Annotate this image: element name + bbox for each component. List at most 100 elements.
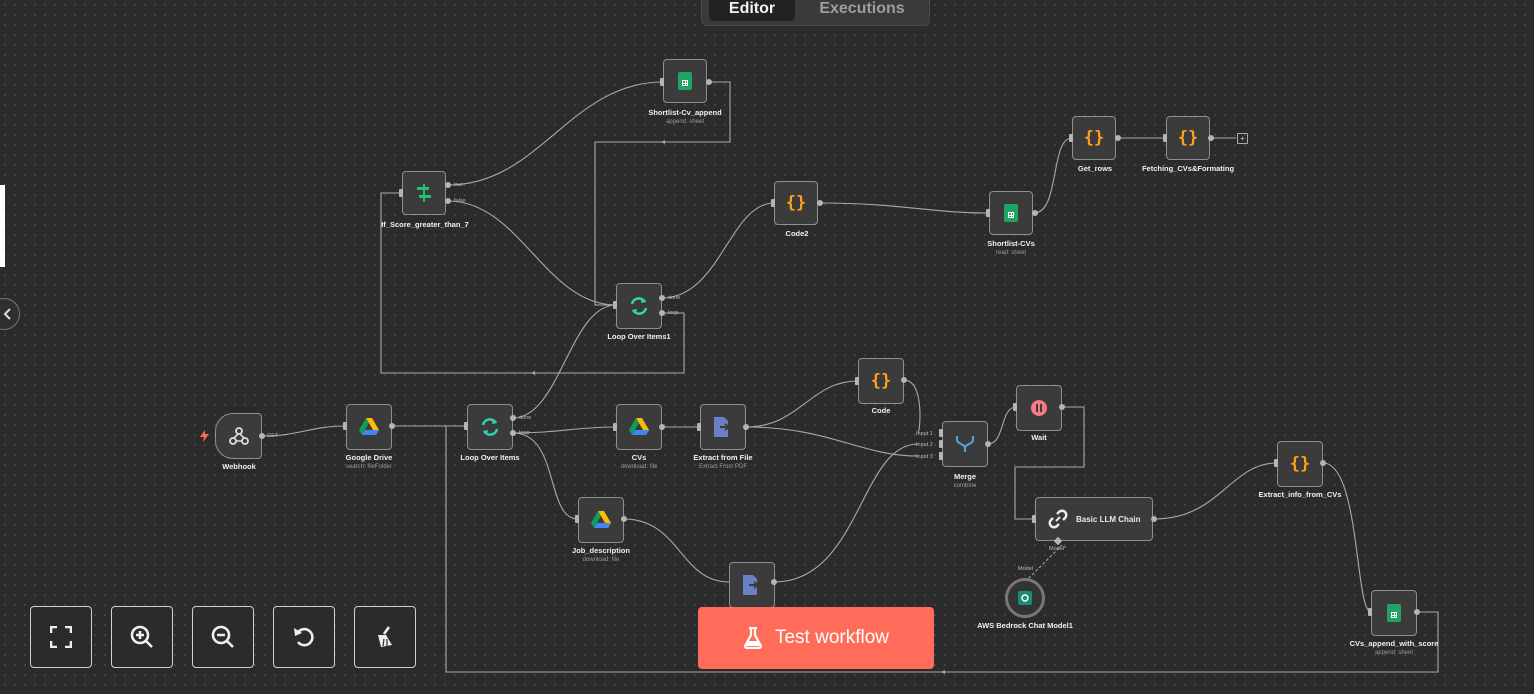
output-port-true[interactable] [445, 182, 451, 188]
zoom-in-icon [130, 625, 153, 648]
zoom-out-icon [211, 625, 234, 648]
broom-icon [378, 626, 392, 647]
node-label: Extract_info_from_CVs [1258, 490, 1342, 499]
port-label-model: Model [1018, 566, 1033, 572]
fullscreen-icon [50, 626, 72, 648]
port-label-done: done [668, 295, 681, 301]
output-port[interactable] [1208, 135, 1214, 141]
port-label-input3: Input 3 [916, 454, 933, 460]
output-port[interactable] [259, 433, 265, 439]
node-loop-over-items[interactable] [467, 404, 513, 450]
output-port[interactable] [706, 79, 712, 85]
node-basic-llm-chain[interactable]: Basic LLM Chain [1035, 497, 1153, 541]
output-port[interactable] [901, 377, 907, 383]
node-fetching-cvs[interactable]: {} [1166, 116, 1210, 160]
tab-executions[interactable]: Executions [806, 0, 918, 21]
output-port[interactable] [389, 423, 395, 429]
output-port[interactable] [659, 424, 665, 430]
node-label: Fetching_CVs&Formating [1141, 164, 1235, 173]
node-cvs-append-with-score[interactable] [1371, 590, 1417, 636]
node-merge[interactable] [942, 421, 988, 467]
input-port[interactable] [1032, 515, 1036, 523]
node-label: AWS Bedrock Chat Model1 [977, 621, 1073, 630]
output-port[interactable] [1059, 404, 1065, 410]
node-label: Extract from File [693, 453, 753, 462]
input-port[interactable] [343, 422, 347, 430]
output-port[interactable] [817, 200, 823, 206]
input-port[interactable] [613, 423, 617, 431]
output-port[interactable] [1320, 460, 1326, 466]
conn-extract-code [745, 380, 859, 428]
input-port-2[interactable] [939, 440, 943, 448]
reset-zoom-button[interactable] [273, 606, 335, 668]
output-port[interactable] [1032, 210, 1038, 216]
output-port[interactable] [771, 579, 777, 585]
tab-editor[interactable]: Editor [709, 0, 795, 21]
input-port[interactable] [1069, 134, 1073, 142]
node-subtitle: download: file [582, 557, 620, 563]
node-subtitle: read: sheet [995, 250, 1027, 256]
node-subtitle: search: fileFolder [345, 464, 393, 470]
tidy-up-button[interactable] [354, 606, 416, 668]
node-extract-from-file-2[interactable] [729, 562, 775, 608]
google-drive-icon [629, 418, 649, 435]
node-code2[interactable]: {} [774, 181, 818, 225]
trigger-bolt-icon [200, 430, 209, 442]
node-extract-info-from-cvs[interactable]: {} [1277, 441, 1323, 487]
conn-pdf-merge [773, 443, 919, 583]
node-label: CVs_append_with_score [1349, 639, 1439, 648]
input-port-1[interactable] [939, 429, 943, 437]
node-webhook[interactable] [215, 413, 262, 459]
output-port-done[interactable] [659, 295, 665, 301]
node-shortlist-cv-append[interactable] [663, 59, 707, 103]
node-label: Basic LLM Chain [1076, 514, 1141, 524]
node-label: Loop Over Items1 [607, 332, 671, 341]
zoom-in-button[interactable] [111, 606, 173, 668]
node-shortlist-cvs[interactable] [989, 191, 1033, 235]
output-port-done[interactable] [510, 415, 516, 421]
input-port[interactable] [986, 209, 990, 217]
node-get-rows[interactable]: {} [1072, 116, 1116, 160]
node-loop-over-items1[interactable] [616, 283, 662, 329]
conn-extract-merge [745, 426, 919, 457]
node-subtitle: combine [953, 483, 977, 489]
chevron-left-icon [3, 308, 11, 320]
input-port[interactable] [697, 423, 701, 431]
node-wait[interactable] [1016, 385, 1062, 431]
node-label: Google Drive [345, 453, 393, 462]
output-port-loop[interactable] [510, 430, 516, 436]
add-node-plus-icon[interactable]: + [1237, 133, 1248, 144]
output-port-false[interactable] [445, 198, 451, 204]
test-workflow-button[interactable]: Test workflow [698, 607, 934, 669]
node-if-score[interactable] [402, 171, 446, 215]
input-port[interactable] [771, 199, 775, 207]
node-aws-bedrock-chat-model[interactable] [1005, 578, 1045, 618]
node-cvs[interactable] [616, 404, 662, 450]
input-port-3[interactable] [939, 452, 943, 460]
pause-icon [1031, 400, 1047, 416]
input-port[interactable] [855, 377, 859, 385]
input-port[interactable] [399, 189, 403, 197]
output-port[interactable] [1414, 609, 1420, 615]
input-port[interactable] [1274, 459, 1278, 467]
output-port[interactable] [621, 516, 627, 522]
fit-view-button[interactable] [30, 606, 92, 668]
node-extract-from-file[interactable] [700, 404, 746, 450]
node-code[interactable]: {} [858, 358, 904, 404]
output-port[interactable] [1115, 135, 1121, 141]
output-port-loop[interactable] [659, 310, 665, 316]
node-job-description[interactable] [578, 497, 624, 543]
input-port[interactable] [464, 422, 468, 430]
input-port[interactable] [575, 515, 579, 523]
test-workflow-label: Test workflow [774, 627, 890, 648]
node-label: Loop Over Items [460, 453, 520, 462]
input-port[interactable] [613, 301, 617, 309]
zoom-out-button[interactable] [192, 606, 254, 668]
input-port[interactable] [1163, 134, 1167, 142]
input-port[interactable] [1368, 608, 1372, 616]
input-port[interactable] [1013, 403, 1017, 411]
output-port[interactable] [743, 424, 749, 430]
node-google-drive[interactable] [346, 404, 392, 450]
output-port[interactable] [1151, 516, 1157, 522]
input-port[interactable] [660, 78, 664, 86]
